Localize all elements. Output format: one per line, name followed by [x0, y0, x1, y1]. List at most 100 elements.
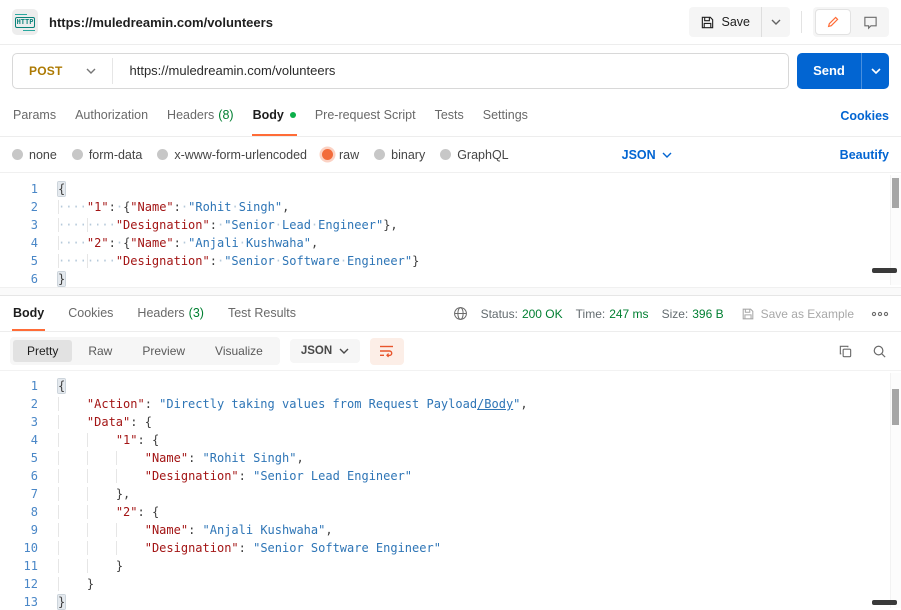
line-number: 5	[30, 451, 38, 465]
cookies-link[interactable]: Cookies	[840, 109, 889, 123]
comment-button[interactable]	[853, 9, 887, 35]
scrollbar-thumb[interactable]	[892, 389, 899, 425]
response-tab-body[interactable]: Body	[12, 296, 46, 331]
globe-icon	[453, 306, 468, 321]
tab-body[interactable]: Body	[251, 96, 297, 136]
save-button[interactable]: Save	[689, 7, 762, 37]
chevron-down-icon	[771, 19, 781, 25]
beautify-link[interactable]: Beautify	[840, 148, 889, 162]
body-type-none[interactable]: none	[12, 148, 57, 162]
copy-button[interactable]	[838, 344, 853, 359]
request-editor-hscrollbar-thumb[interactable]	[872, 268, 897, 273]
code-text: "1": {	[38, 431, 159, 449]
response-language-select[interactable]: JSON	[289, 339, 361, 363]
raw-language-label: JSON	[621, 147, 656, 162]
body-type-binary[interactable]: binary	[374, 148, 425, 162]
view-tab-raw[interactable]: Raw	[74, 340, 126, 362]
body-type-raw[interactable]: raw	[322, 148, 359, 162]
more-options-icon	[871, 311, 889, 317]
body-type-graphql[interactable]: GraphQL	[440, 148, 509, 162]
line-number: 9	[30, 523, 38, 537]
body-type-x-www-form-urlencoded[interactable]: x-www-form-urlencoded	[157, 148, 307, 162]
code-text: {	[58, 182, 66, 196]
save-as-example-label: Save as Example	[760, 306, 854, 321]
tab-settings[interactable]: Settings	[482, 96, 529, 136]
request-code-lines: 1{2 ····"1":·{"Name":·"Rohit·Singh", 3 ····…	[0, 180, 901, 287]
line-number: 2	[30, 397, 38, 411]
code-text: }	[38, 557, 123, 575]
time-value: 247 ms	[609, 306, 649, 321]
save-button-group: Save	[688, 7, 790, 37]
code-text: "2": {	[38, 503, 159, 521]
edit-button[interactable]	[815, 9, 851, 35]
more-options-button[interactable]	[871, 311, 889, 317]
tab-label: Headers	[167, 108, 215, 122]
line-number: 4	[30, 236, 38, 250]
code-text: ········"Designation":·"Senior·Lead·Engi…	[58, 218, 398, 232]
edit-comment-group	[813, 7, 889, 37]
code-line: 13}	[0, 593, 901, 610]
code-text: "Action": "Directly taking values from R…	[38, 395, 528, 413]
line-number: 8	[30, 505, 38, 519]
url-input[interactable]: https://muledreamin.com/volunteers	[113, 63, 335, 78]
header-separator	[801, 11, 802, 33]
response-tab-cookies[interactable]: Cookies	[67, 296, 114, 331]
view-tab-pretty[interactable]: Pretty	[13, 340, 73, 362]
line-number: 4	[30, 433, 38, 447]
scrollbar-thumb[interactable]	[892, 178, 899, 208]
code-line: 5 "Name": "Rohit Singh",	[0, 449, 901, 467]
code-line: 10 "Designation": "Senior Software Engin…	[0, 539, 901, 557]
view-tab-preview[interactable]: Preview	[128, 340, 199, 362]
code-text: "Designation": "Senior Lead Engineer"	[38, 467, 412, 485]
tab-headers[interactable]: Headers (8)	[166, 96, 235, 136]
response-editor-hscrollbar-thumb[interactable]	[872, 600, 897, 605]
size-value: 396 B	[692, 306, 724, 321]
tab-label: Headers	[137, 305, 185, 320]
code-line: 5 ········"Designation":·"Senior·Software…	[0, 252, 901, 270]
pencil-icon	[826, 15, 840, 29]
tab-pre-request-script[interactable]: Pre-request Script	[314, 96, 417, 136]
code-line: 9 "Name": "Anjali Kushwaha",	[0, 521, 901, 539]
line-number: 7	[30, 487, 38, 501]
line-number: 6	[30, 272, 38, 286]
response-tab-headers[interactable]: Headers (3)	[136, 296, 205, 331]
code-line: 1{	[0, 180, 901, 198]
tab-label: Body	[13, 305, 45, 320]
send-options-button[interactable]	[861, 52, 889, 89]
request-body-editor[interactable]: 1{2 ····"1":·{"Name":·"Rohit·Singh", 3 ····…	[0, 172, 901, 287]
request-editor-hscrollbar-track[interactable]	[0, 287, 901, 296]
url-box: POST https://muledreamin.com/volunteers	[12, 52, 789, 89]
status-value: 200 OK	[521, 306, 563, 321]
unsaved-changes-dot	[289, 112, 296, 118]
line-number: 6	[30, 469, 38, 483]
send-button[interactable]: Send	[797, 52, 889, 89]
body-type-label: binary	[391, 147, 426, 162]
line-number: 3	[30, 415, 38, 429]
save-as-example-button[interactable]: Save as Example	[741, 307, 854, 321]
tab-label: Params	[13, 108, 57, 122]
view-tab-visualize[interactable]: Visualize	[201, 340, 277, 362]
chevron-down-icon	[662, 152, 672, 158]
save-icon	[700, 15, 715, 30]
tab-params[interactable]: Params	[12, 96, 57, 136]
chevron-down-icon	[86, 68, 96, 74]
radio-icon	[374, 149, 386, 160]
request-title: https://muledreamin.com/volunteers	[49, 14, 273, 30]
tab-tests[interactable]: Tests	[434, 96, 465, 136]
line-number: 10	[23, 541, 38, 555]
response-tab-test-results[interactable]: Test Results	[227, 296, 297, 331]
wrap-text-button[interactable]	[370, 337, 405, 365]
save-options-button[interactable]	[761, 7, 790, 37]
search-button[interactable]	[872, 344, 887, 359]
tab-label: Settings	[482, 108, 528, 122]
response-body-editor[interactable]: 1{2 "Action": "Directly taking values fr…	[0, 370, 901, 610]
body-type-label: raw	[339, 147, 360, 162]
code-line: 12 }	[0, 575, 901, 593]
save-button-label: Save	[721, 15, 751, 29]
request-url-row: POST https://muledreamin.com/volunteers …	[0, 45, 901, 96]
method-select[interactable]: POST	[13, 64, 112, 78]
body-type-form-data[interactable]: form-data	[71, 148, 142, 162]
tab-authorization[interactable]: Authorization	[74, 96, 149, 136]
response-editor-vscrollbar[interactable]	[890, 373, 901, 608]
raw-language-select[interactable]: JSON	[622, 148, 672, 162]
